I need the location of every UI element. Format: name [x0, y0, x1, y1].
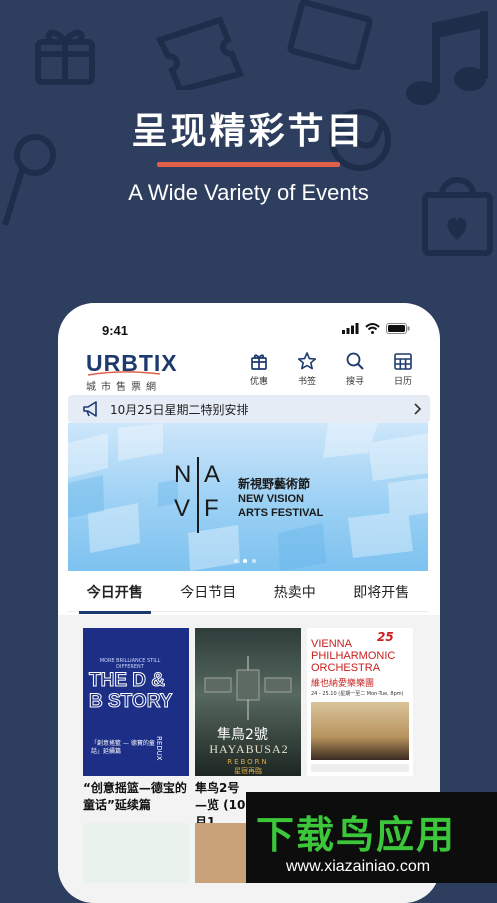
music-note-icon [406, 11, 488, 105]
nav-search[interactable]: 搜寻 [338, 351, 372, 387]
ticket-icon [155, 16, 245, 90]
event-caption-db-story[interactable]: “创意摇篮—德宝的童话”延续篇 [83, 780, 189, 814]
sponsor-logos [311, 764, 409, 772]
battery-icon [386, 323, 410, 334]
gift-icon [35, 29, 95, 85]
orchestra-photo [311, 702, 409, 760]
tab-today-events[interactable]: 今日节目 [178, 576, 238, 608]
megaphone-icon [83, 401, 97, 417]
calendar-icon [394, 353, 412, 370]
urbtix-logo[interactable]: URBTIX 城市售票網 [86, 350, 178, 393]
carousel-dot-active[interactable] [243, 559, 247, 563]
logo-subtitle: 城市售票網 [86, 382, 161, 393]
poster-line3: ORCHESTRA [311, 662, 381, 674]
banner-title-en-2: ARTS FESTIVAL [238, 507, 324, 519]
poster-vertical-text: REDUX [155, 736, 163, 761]
status-bar: 9:41 [58, 303, 440, 347]
poster-sub-en: REBORN [227, 758, 269, 766]
star-icon [297, 352, 317, 370]
nav-bookmarks-label: 书签 [297, 377, 316, 387]
top-nav: 优惠 书签 搜寻 日历 [242, 351, 420, 387]
category-tabs: 今日开售 今日节目 热卖中 即将开售 [68, 573, 428, 614]
poster-title-zh: 隼鳥2號 [217, 727, 268, 743]
event-poster-db-story[interactable]: MORE BRILLIANCE STILL DIFFERENT THE D & … [83, 628, 189, 776]
poster-sub-zh: 星宿再臨 [234, 767, 262, 775]
status-time: 9:41 [102, 323, 129, 338]
poster-zh: 維也納愛樂樂團 [311, 679, 375, 689]
notice-text: 10月25日星期二特别安排 [110, 403, 249, 417]
nav-calendar[interactable]: 日历 [386, 351, 420, 387]
headline: 呈现精彩节目 [131, 111, 366, 152]
poster-title: THE D & B STORY [89, 670, 173, 713]
nvaf-divider [197, 457, 199, 533]
nav-bookmarks[interactable]: 书签 [290, 351, 324, 387]
gift-box-icon [251, 354, 267, 370]
nav-calendar-label: 日历 [393, 377, 412, 387]
signal-icon [342, 323, 359, 334]
poster-tagline: MORE BRILLIANCE STILL DIFFERENT [99, 658, 161, 670]
nav-offers-label: 优惠 [249, 377, 268, 387]
nvaf-letter-v: V [174, 495, 191, 522]
chevron-right-icon [414, 403, 422, 415]
banner-title-zh: 新視野藝術節 [238, 477, 311, 491]
event-poster-vienna[interactable]: 25 VIENNA PHILHARMONIC ORCHESTRA 維也納愛樂樂團… [307, 628, 413, 776]
subheadline: A Wide Variety of Events [128, 180, 369, 205]
poster-subtitle: 「創意搖籃 — 德寶的童話」延續篇 [91, 740, 155, 755]
banner-carousel[interactable]: N V A F 新視野藝術節 NEW VISION ARTS FESTIVAL [68, 423, 428, 571]
nvaf-letter-f: F [204, 495, 219, 522]
event-poster-hayabusa[interactable]: 隼鳥2號 HAYABUSA2 REBORN 星宿再臨 [195, 628, 301, 776]
poster-title-en: HAYABUSA2 [209, 742, 289, 756]
banner-title-en-1: NEW VISION [238, 493, 305, 505]
carousel-dot[interactable] [234, 559, 238, 563]
search-icon [346, 352, 364, 370]
tab-on-sale-today[interactable]: 今日开售 [78, 576, 151, 614]
wifi-icon [365, 323, 380, 334]
tab-hot-selling[interactable]: 热卖中 [272, 576, 318, 608]
watermark-url: www.xiazainiao.com [286, 858, 431, 875]
headline-underline [157, 162, 340, 167]
carousel-dot[interactable] [252, 559, 256, 563]
nvaf-letter-n: N [174, 461, 192, 488]
spacecraft-illustration [204, 656, 292, 720]
nvaf-logo: N V A F [168, 457, 226, 533]
notice-bar[interactable]: 10月25日星期二特别安排 [68, 395, 430, 423]
poster-dates: 24 - 25.10 (星期一至二 Mon-Tue, 8pm) [311, 691, 404, 697]
film-strip-icon [287, 0, 373, 70]
poster-line2: PHILHARMONIC [311, 650, 396, 662]
poster-badge: 25 [377, 630, 394, 644]
carousel-dots [234, 559, 256, 563]
poster-line1: VIENNA [311, 638, 352, 650]
nav-offers[interactable]: 优惠 [242, 351, 276, 387]
watermark-text: 下载鸟应用 [256, 813, 457, 857]
tab-coming-soon[interactable]: 即将开售 [351, 576, 411, 608]
nav-search-label: 搜寻 [345, 377, 364, 387]
nvaf-letter-a: A [204, 461, 221, 488]
site-watermark: 下载鸟应用 www.xiazainiao.com [246, 792, 497, 883]
event-poster-row2-1[interactable] [83, 823, 189, 883]
